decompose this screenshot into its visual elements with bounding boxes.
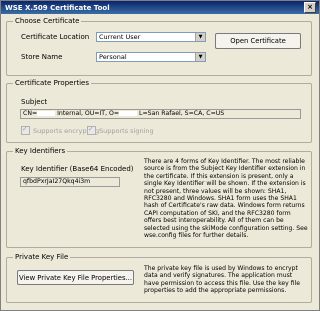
store-name-value: Personal	[99, 53, 127, 61]
key-identifiers-group: Key Identifiers Key Identifier (Base64 E…	[6, 147, 312, 248]
redaction-block	[37, 110, 56, 116]
store-name-label: Store Name	[21, 53, 63, 61]
certificate-location-value: Current User	[99, 33, 141, 41]
certificate-location-label: Certificate Location	[21, 33, 90, 41]
certificate-location-select[interactable]: Current User ▼	[96, 32, 206, 42]
title-bar: WSE X.509 Certificate Tool ×	[1, 1, 319, 14]
subject-suffix: L=San Rafael, S=CA, C=US	[137, 110, 225, 117]
certificate-properties-group: Certificate Properties Subject CN= Inter…	[6, 79, 312, 143]
store-name-select[interactable]: Personal ▼	[96, 52, 206, 62]
choose-certificate-group: Choose Certificate Certificate Location …	[6, 17, 312, 76]
subject-field[interactable]: CN= Internal, OU=IT, O= L=San Rafael, S=…	[20, 109, 301, 119]
choose-certificate-legend: Choose Certificate	[13, 17, 82, 26]
subject-middle: Internal, OU=IT, O=	[55, 110, 120, 117]
private-key-file-group: Private Key File View Private Key File P…	[6, 253, 312, 303]
key-identifier-description: There are 4 forms of Key Identifier. The…	[144, 158, 308, 240]
key-identifier-field[interactable]: qfbdPxrJaI27Qkq4i3m	[20, 177, 120, 187]
app-window: WSE X.509 Certificate Tool × Choose Cert…	[0, 0, 320, 311]
private-key-description: The private key file is used by Windows …	[144, 265, 300, 295]
window-title: WSE X.509 Certificate Tool	[5, 3, 110, 12]
subject-prefix: CN=	[23, 110, 38, 117]
redaction-block	[119, 110, 138, 116]
supports-signing-label: Supports signing	[99, 126, 154, 135]
chevron-down-icon[interactable]: ▼	[195, 53, 205, 61]
key-identifiers-legend: Key Identifiers	[13, 147, 68, 156]
private-key-file-legend: Private Key File	[13, 253, 71, 262]
checkmark-icon	[87, 125, 96, 135]
close-icon[interactable]: ×	[304, 2, 316, 13]
certificate-properties-legend: Certificate Properties	[13, 79, 91, 88]
chevron-down-icon[interactable]: ▼	[195, 33, 205, 41]
open-certificate-button[interactable]: Open Certificate	[215, 33, 301, 49]
supports-signing-checkbox[interactable]: Supports signing	[87, 125, 154, 135]
checkmark-icon	[21, 125, 30, 135]
subject-label: Subject	[21, 98, 48, 106]
key-identifier-label: Key Identifier (Base64 Encoded)	[21, 165, 134, 173]
view-private-key-properties-button[interactable]: View Private Key File Properties...	[17, 270, 134, 285]
